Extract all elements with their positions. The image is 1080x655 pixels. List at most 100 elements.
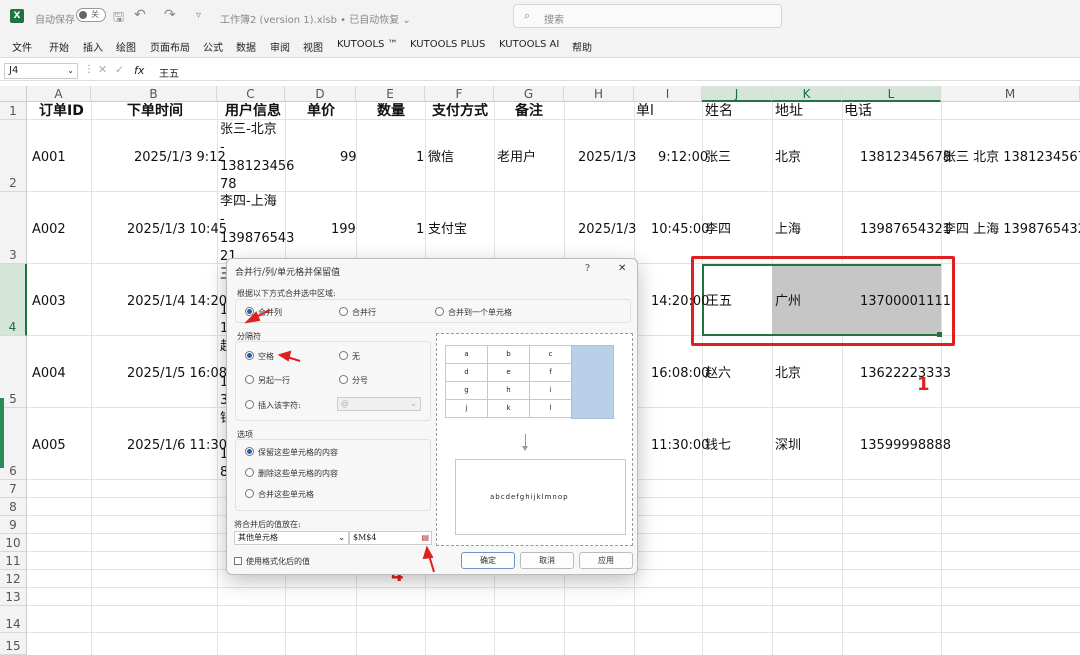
custom-separator-select[interactable]: @ ⌄ [337,397,421,411]
row-header-1[interactable]: 1 [0,102,27,120]
cell-k2[interactable]: 北京 [775,149,801,166]
cell-m3[interactable]: 李四 上海 13987654321 [943,221,1080,238]
cell-f2[interactable]: 微信 [428,149,454,166]
name-box[interactable]: J4 ⌄ [4,63,78,79]
cell-d2[interactable]: 99 [340,149,357,166]
row-header-8[interactable]: 8 [0,498,27,516]
cell-i2[interactable]: 9:12:00 [658,149,708,166]
row-header-13[interactable]: 13 [0,588,27,606]
radio-sep-semicolon[interactable] [339,375,348,384]
row-header-5[interactable]: 5 [0,336,27,408]
use-format-checkbox[interactable] [234,557,242,565]
tab-file[interactable]: 文件 [12,39,32,54]
autosave-toggle[interactable]: 关 [76,8,106,22]
place-ref-input[interactable]: $M$4 ▤ [349,531,432,545]
cell-c2-line1[interactable]: 张三-北京 [220,121,277,138]
cell-e3[interactable]: 1 [416,221,424,238]
radio-merge-rows[interactable] [339,307,348,316]
enter-icon[interactable]: ✓ [115,63,124,76]
range-picker-icon[interactable]: ▤ [421,532,429,544]
tab-insert[interactable]: 插入 [83,39,103,54]
cell-e2[interactable]: 1 [416,149,424,166]
column-header-e[interactable]: E [356,86,425,102]
cell-i6[interactable]: 11:30:00 [651,437,709,454]
cell-j4[interactable]: 王五 [706,293,732,310]
cell-c3-line1[interactable]: 李四-上海 [220,193,277,210]
tab-kutools-ai[interactable]: KUTOOLS AI [499,39,559,50]
cell-j6[interactable]: 钱七 [705,437,731,454]
cell-j5[interactable]: 赵六 [705,365,731,382]
radio-sep-none[interactable] [339,351,348,360]
cell-b5[interactable]: 2025/1/5 16:08 [127,365,227,382]
tab-draw[interactable]: 绘图 [116,39,136,54]
tab-review[interactable]: 审阅 [270,39,290,54]
cell-c2-line2[interactable]: - [220,139,225,156]
row-header-15[interactable]: 15 [0,633,27,655]
column-header-b[interactable]: B [91,86,217,102]
column-header-c[interactable]: C [217,86,285,102]
cell-i5[interactable]: 16:08:00 [651,365,709,382]
radio-keep-contents[interactable] [245,447,254,456]
radio-delete-contents[interactable] [245,468,254,477]
cell-b3[interactable]: 2025/1/3 10:45 [127,221,227,238]
cell-a3[interactable]: A002 [32,221,66,238]
formula-input[interactable]: 王五 [159,65,179,80]
row-header-7[interactable]: 7 [0,480,27,498]
tab-formulas[interactable]: 公式 [203,39,223,54]
tab-kutools-plus[interactable]: KUTOOLS PLUS [410,39,485,50]
header-remark[interactable]: 备注 [515,103,543,120]
cell-b4[interactable]: 2025/1/4 14:20 [127,293,227,310]
radio-merge-single-cell[interactable] [435,307,444,316]
column-header-j[interactable]: J [702,86,772,102]
apply-button[interactable]: 应用 [579,552,633,569]
column-header-g[interactable]: G [494,86,564,102]
undo-icon[interactable]: ↶ [134,7,146,23]
select-all-corner[interactable] [0,86,27,102]
column-header-a[interactable]: A [27,86,91,102]
cell-k3[interactable]: 上海 [775,221,801,238]
radio-sep-newline[interactable] [245,375,254,384]
tab-data[interactable]: 数据 [236,39,256,54]
column-header-l[interactable]: L [842,86,941,102]
cell-i4[interactable]: 14:20:00 [651,293,709,310]
cell-k5[interactable]: 北京 [775,365,801,382]
cell-k4[interactable]: 广州 [775,293,801,310]
cell-h3[interactable]: 2025/1/3 [578,221,636,238]
cell-l6[interactable]: 13599998888 [860,437,951,454]
cell-l4[interactable]: 13700001111 [860,293,951,310]
header-name[interactable]: 姓名 [705,103,733,120]
cell-g2[interactable]: 老用户 [497,149,536,166]
header-address[interactable]: 地址 [775,103,803,120]
cell-c2-line4[interactable]: 78 [220,176,237,193]
row-header-6[interactable]: 6 [0,408,27,480]
cell-c2-line3[interactable]: 138123456 [220,158,294,175]
tab-view[interactable]: 视图 [303,39,323,54]
header-user-info[interactable]: 用户信息 [225,103,281,120]
cell-a2[interactable]: A001 [32,149,66,166]
cell-j2[interactable]: 张三 [705,149,731,166]
cell-l3[interactable]: 13987654321 [860,221,951,238]
row-header-10[interactable]: 10 [0,534,27,552]
search-box[interactable]: ⌕ 搜索 [513,4,782,28]
function-icon[interactable]: fx [134,64,144,77]
row-header-14[interactable]: 14 [0,606,27,633]
radio-merge-cells[interactable] [245,489,254,498]
radio-merge-columns[interactable] [245,307,254,316]
column-header-d[interactable]: D [285,86,356,102]
more-options-icon[interactable]: ⋮ [84,64,94,75]
row-header-11[interactable]: 11 [0,552,27,570]
redo-icon[interactable]: ↷ [164,7,176,23]
header-price[interactable]: 单价 [307,103,335,120]
radio-sep-space[interactable] [245,351,254,360]
close-icon[interactable]: ✕ [618,263,626,274]
customize-toolbar-icon[interactable]: ▿ [196,10,201,21]
sheet-side-tab[interactable] [0,398,4,468]
cell-j3[interactable]: 李四 [705,221,731,238]
tab-help[interactable]: 帮助 [572,39,592,54]
tab-kutools[interactable]: KUTOOLS ™ [337,39,398,50]
cell-d3[interactable]: 199 [331,221,356,238]
row-header-9[interactable]: 9 [0,516,27,534]
radio-sep-custom[interactable] [245,400,254,409]
row-header-4[interactable]: 4 [0,264,27,336]
header-phone[interactable]: 电话 [844,103,872,120]
